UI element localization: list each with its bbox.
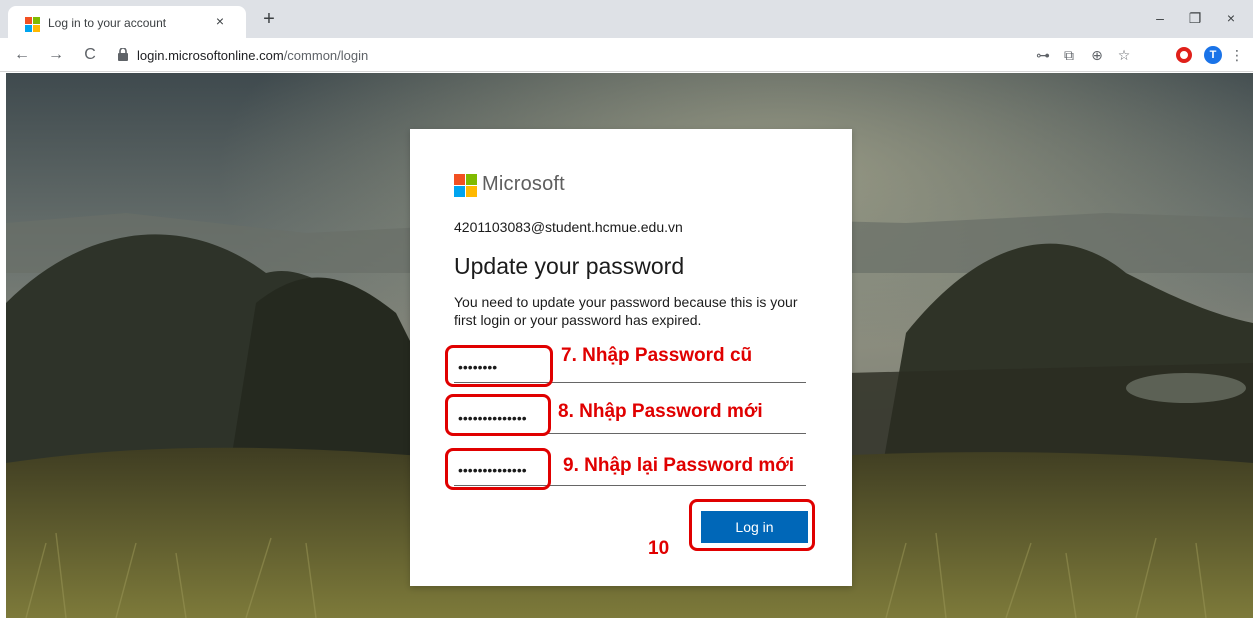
highlight-new-password xyxy=(445,394,551,436)
profile-avatar[interactable]: T xyxy=(1204,46,1222,64)
tab-close-icon[interactable]: × xyxy=(212,13,228,29)
url-field[interactable]: login.microsoftonline.com/common/login xyxy=(110,43,1010,67)
page-title: Update your password xyxy=(454,253,685,279)
opera-extension-icon[interactable] xyxy=(1176,47,1192,63)
close-window-button[interactable]: × xyxy=(1216,6,1246,30)
description-text: You need to update your password because… xyxy=(454,294,798,328)
bookmark-star-icon[interactable]: ☆ xyxy=(1115,46,1133,64)
zoom-icon[interactable]: ⊕ xyxy=(1088,46,1106,64)
url-text: login.microsoftonline.com/common/login xyxy=(137,48,368,63)
forward-button[interactable]: → xyxy=(46,45,66,65)
microsoft-logo-icon xyxy=(454,174,477,197)
translate-icon[interactable]: ⧉ xyxy=(1060,46,1078,64)
url-host: login.microsoftonline.com xyxy=(137,48,284,63)
restore-button[interactable]: ❐ xyxy=(1180,6,1210,30)
reload-button[interactable]: C xyxy=(80,45,100,65)
highlight-confirm-password xyxy=(445,448,551,490)
key-icon[interactable]: ⊶ xyxy=(1034,46,1052,64)
menu-icon[interactable]: ⋮ xyxy=(1228,46,1246,64)
tab-title: Log in to your account xyxy=(48,16,167,30)
annotation-step-8: 8. Nhập Password mới xyxy=(558,401,763,422)
annotation-step-9: 9. Nhập lại Password mới xyxy=(563,455,795,476)
minimize-button[interactable]: – xyxy=(1145,6,1175,30)
annotation-step-7: 7. Nhập Password cũ xyxy=(561,345,753,366)
lock-icon xyxy=(118,48,128,61)
browser-tab[interactable]: Log in to your account × xyxy=(8,6,246,38)
new-tab-button[interactable]: + xyxy=(258,8,280,30)
account-email: 4201103083@student.hcmue.edu.vn xyxy=(454,219,683,235)
url-path: /common/login xyxy=(283,48,369,63)
annotation-step-10: 10 xyxy=(648,538,670,559)
microsoft-favicon-icon xyxy=(25,17,40,32)
back-button[interactable]: ← xyxy=(12,45,32,65)
brand-name: Microsoft xyxy=(482,173,565,195)
highlight-login-button xyxy=(689,499,815,551)
highlight-old-password xyxy=(445,345,553,387)
address-bar: ← → C login.microsoftonline.com/common/l… xyxy=(0,38,1253,72)
tab-strip: Log in to your account × + – ❐ × xyxy=(0,0,1253,38)
